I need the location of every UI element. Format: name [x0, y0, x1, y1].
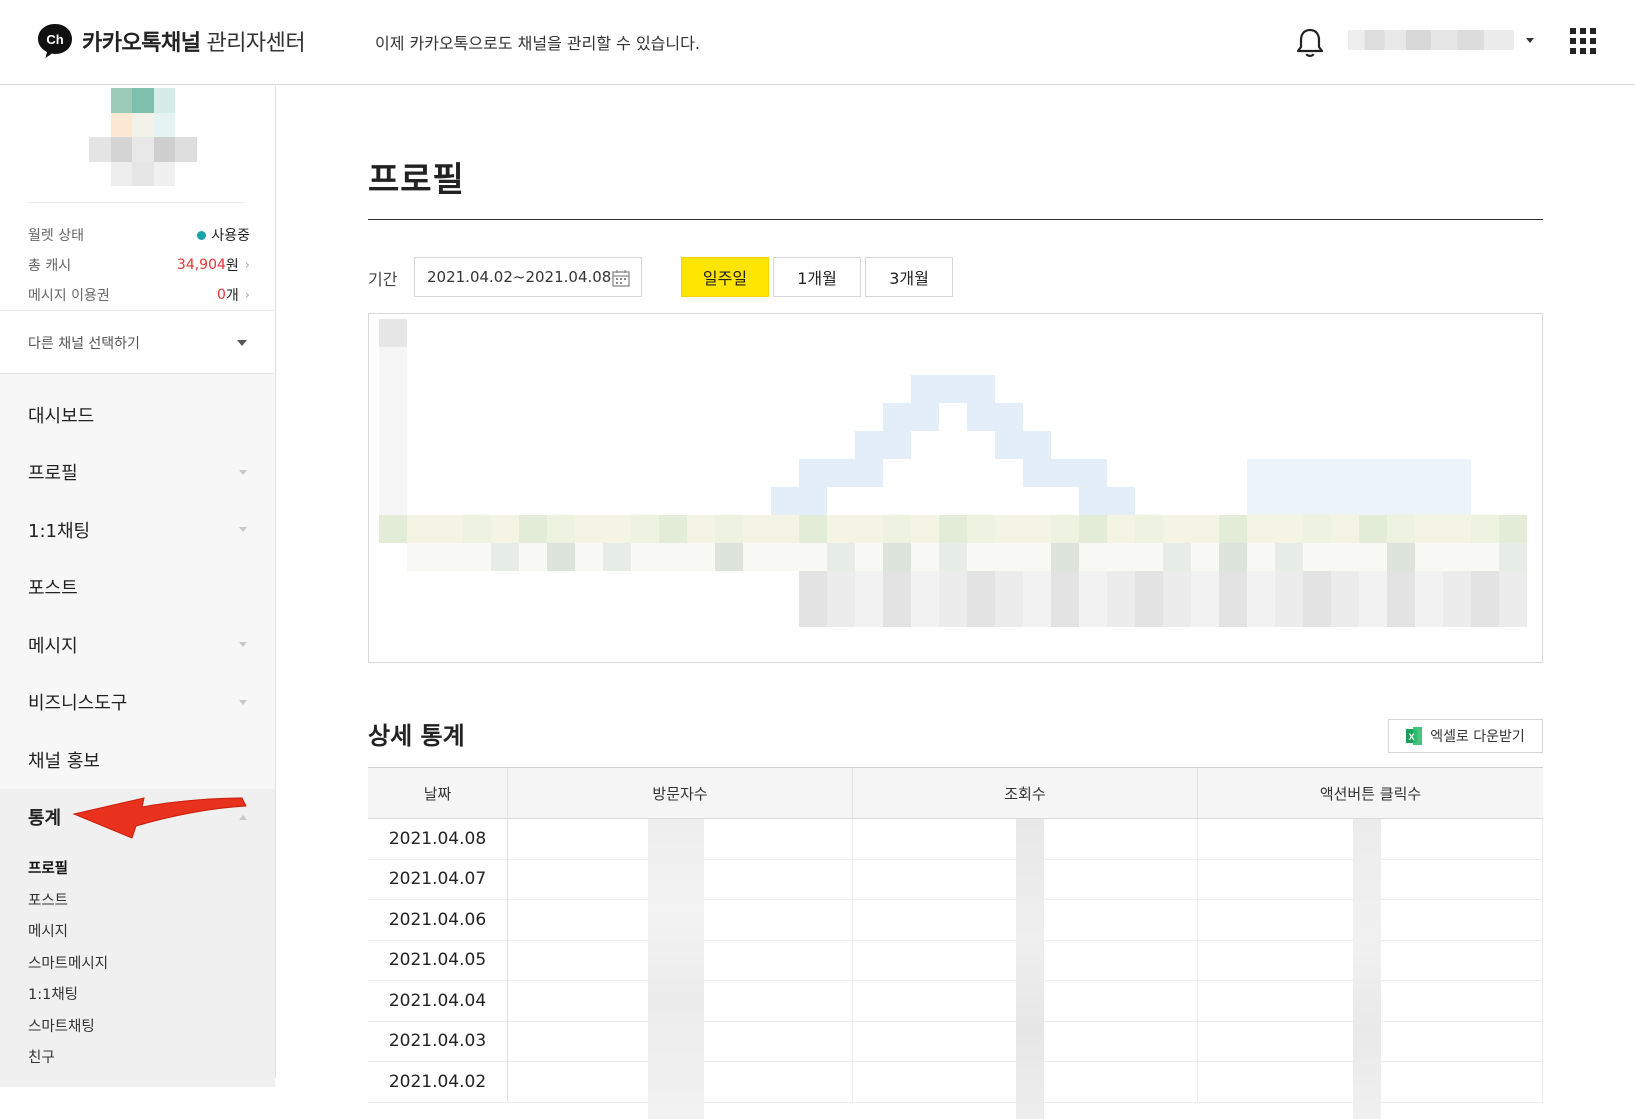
wallet-status-label: 월렛 상태	[28, 228, 84, 244]
statistics-submenu: 프로필 포스트 메시지 스마트메시지 1:1채팅 스마트채팅 친구	[0, 846, 275, 1087]
detail-stats-table: 날짜 방문자수 조회수 액션버튼 클릭수 2021.04.08 2021.04.…	[368, 767, 1543, 1119]
sidebar-item-label: 비즈니스도구	[28, 693, 128, 715]
period-week-button[interactable]: 일주일	[681, 257, 769, 297]
sidebar: 월렛 상태 사용중 총 캐시 34,904 원 › 메시지 이용권 0 개 › 다른 채…	[0, 86, 276, 1087]
col-header-visitors[interactable]: 방문자수	[508, 768, 853, 818]
sidebar-item-channel-promo[interactable]: 채널 홍보	[0, 731, 275, 789]
sidebar-item-label: 프로필	[28, 463, 78, 485]
page-title: 프로필	[368, 160, 465, 200]
title-divider	[368, 219, 1543, 220]
date-range-picker[interactable]: 2021.04.02~2021.04.08	[414, 257, 642, 297]
detail-stats-title: 상세 통계	[368, 722, 465, 750]
date-range-value: 2021.04.02~2021.04.08	[427, 268, 612, 286]
bell-icon[interactable]	[1293, 26, 1327, 60]
excel-download-button[interactable]: X 엑셀로 다운받기	[1388, 719, 1543, 753]
sidebar-item-label: 포스트	[28, 578, 78, 600]
row-date: 2021.04.07	[368, 859, 508, 899]
excel-icon: X	[1406, 727, 1423, 745]
account-name-redacted	[1348, 30, 1514, 50]
message-voucher-unit: 개	[225, 288, 239, 304]
sidebar-item-chat[interactable]: 1:1채팅	[0, 501, 275, 559]
row-date: 2021.04.03	[368, 1021, 508, 1061]
channel-select-label: 다른 채널 선택하기	[28, 335, 140, 352]
col-header-views[interactable]: 조회수	[853, 768, 1198, 818]
app-grid-icon[interactable]	[1570, 28, 1596, 54]
row-date: 2021.04.05	[368, 940, 508, 980]
chevron-down-icon	[1526, 37, 1534, 43]
chevron-down-icon	[239, 527, 247, 533]
chevron-up-icon	[239, 814, 247, 820]
wallet-status-row: 월렛 상태 사용중	[28, 220, 250, 250]
submenu-item-friends[interactable]: 친구	[0, 1041, 275, 1073]
total-cash-row[interactable]: 총 캐시 34,904 원 ›	[28, 250, 250, 280]
col-header-date[interactable]: 날짜	[368, 768, 508, 818]
chart-pixelation	[379, 319, 1529, 655]
chevron-right-icon: ›	[244, 257, 250, 273]
divider	[28, 202, 244, 203]
submenu-item-smart-chat[interactable]: 스마트채팅	[0, 1010, 275, 1042]
channel-select-dropdown[interactable]: 다른 채널 선택하기	[0, 310, 275, 374]
wallet-summary: 월렛 상태 사용중 총 캐시 34,904 원 › 메시지 이용권 0 개 ›	[28, 220, 250, 310]
sidebar-item-business-tools[interactable]: 비즈니스도구	[0, 674, 275, 732]
sidebar-item-label: 채널 홍보	[28, 750, 100, 772]
sidebar-item-message[interactable]: 메시지	[0, 616, 275, 674]
caret-down-icon	[237, 339, 247, 346]
sidebar-item-label: 통계	[28, 808, 62, 830]
sidebar-account-panel: 월렛 상태 사용중 총 캐시 34,904 원 › 메시지 이용권 0 개 › 다른 채…	[0, 86, 275, 374]
chevron-down-icon	[239, 699, 247, 705]
sidebar-item-post[interactable]: 포스트	[0, 559, 275, 617]
submenu-item-message[interactable]: 메시지	[0, 915, 275, 947]
wallet-status-value: 사용중	[211, 228, 250, 244]
row-date: 2021.04.08	[368, 819, 508, 859]
account-menu[interactable]	[1348, 30, 1534, 50]
period-3month-button[interactable]: 3개월	[865, 257, 953, 297]
sidebar-item-label: 1:1채팅	[28, 520, 91, 542]
message-voucher-label: 메시지 이용권	[28, 288, 110, 304]
status-dot-icon	[197, 230, 207, 240]
chevron-down-icon	[239, 469, 247, 475]
sidebar-item-dashboard[interactable]: 대시보드	[0, 386, 275, 444]
submenu-item-smart-message[interactable]: 스마트메시지	[0, 947, 275, 979]
chevron-down-icon	[239, 642, 247, 648]
top-header: Ch 카카오톡채널 관리자센터 이제 카카오톡으로도 채널을 관리할 수 있습니다…	[0, 0, 1635, 85]
submenu-item-post[interactable]: 포스트	[0, 884, 275, 916]
sidebar-item-label: 메시지	[28, 635, 78, 657]
col-header-action-clicks[interactable]: 액션버튼 클릭수	[1198, 768, 1543, 818]
chevron-right-icon: ›	[244, 287, 250, 303]
row-date: 2021.04.02	[368, 1062, 508, 1102]
redacted-action-clicks	[1353, 819, 1381, 1119]
svg-text:Ch: Ch	[46, 32, 63, 47]
brand-title: 카카오톡채널 관리자센터	[82, 31, 306, 56]
header-notice[interactable]: 이제 카카오톡으로도 채널을 관리할 수 있습니다.	[375, 30, 700, 54]
svg-text:X: X	[1409, 732, 1415, 742]
sidebar-item-label: 대시보드	[28, 405, 95, 427]
message-voucher-value: 0	[216, 287, 226, 303]
redacted-views	[1016, 819, 1044, 1119]
stats-chart-redacted	[368, 313, 1543, 663]
total-cash-unit: 원	[225, 258, 239, 274]
calendar-icon	[612, 270, 630, 287]
total-cash-label: 총 캐시	[28, 258, 72, 274]
period-label: 기간	[368, 270, 398, 289]
sidebar-item-statistics[interactable]: 통계	[0, 788, 275, 846]
sidebar-item-profile[interactable]: 프로필	[0, 444, 275, 502]
redacted-visitors	[648, 819, 704, 1119]
brand-logo[interactable]: Ch 카카오톡채널 관리자센터	[36, 22, 306, 60]
submenu-item-profile[interactable]: 프로필	[0, 852, 275, 884]
submenu-item-chat[interactable]: 1:1채팅	[0, 978, 275, 1010]
sidebar-menu: 대시보드 프로필 1:1채팅 포스트 메시지 비즈니스도구 채널 홍보 통계 프…	[0, 386, 275, 1087]
period-1month-button[interactable]: 1개월	[773, 257, 861, 297]
excel-download-label: 엑셀로 다운받기	[1430, 729, 1525, 745]
total-cash-value: 34,904	[176, 257, 226, 273]
message-voucher-row[interactable]: 메시지 이용권 0 개 ›	[28, 280, 250, 310]
row-date: 2021.04.04	[368, 981, 508, 1021]
channel-profile-image[interactable]	[89, 88, 197, 186]
table-header: 날짜 방문자수 조회수 액션버튼 클릭수	[368, 768, 1543, 819]
row-date: 2021.04.06	[368, 900, 508, 940]
channel-logo-icon: Ch	[36, 22, 74, 60]
